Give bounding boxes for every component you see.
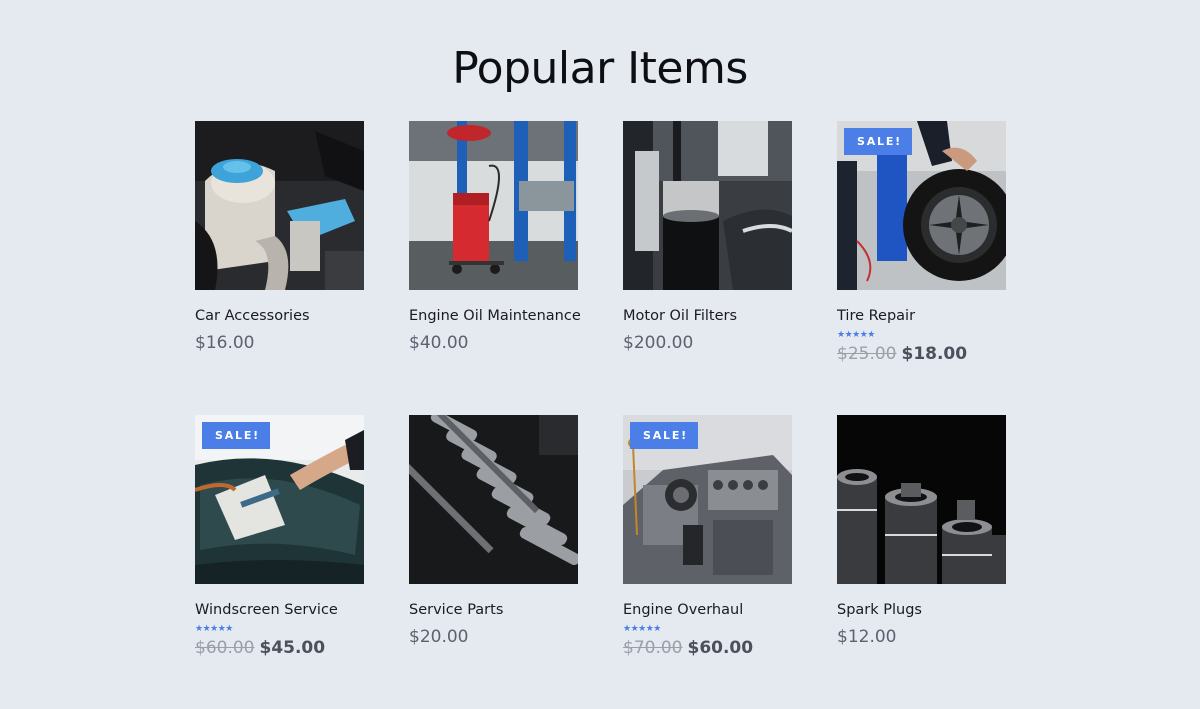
product-image[interactable]: SALE! — [195, 415, 364, 584]
product-price-line: $70.00 $60.00 — [623, 637, 792, 659]
sale-price: $18.00 — [901, 344, 968, 364]
sale-badge: SALE! — [844, 128, 912, 155]
product-image[interactable] — [623, 121, 792, 290]
star-rating: ★★★★★ — [195, 624, 233, 634]
product-image[interactable]: SALE! — [837, 121, 1006, 290]
product-price-line: $40.00 — [409, 332, 578, 354]
product-name[interactable]: Service Parts — [409, 600, 578, 620]
section-title: Popular Items — [452, 43, 748, 95]
product-card[interactable]: SALE! Tire Repair ★★★★★ $25.00 $18.00 — [837, 121, 1006, 415]
product-image[interactable] — [195, 121, 364, 290]
spark-plug-sockets-photo — [837, 415, 1006, 584]
product-price: $16.00 — [195, 333, 255, 353]
product-price-line: $12.00 — [837, 626, 1006, 648]
product-image[interactable]: SALE! — [623, 415, 792, 584]
product-card[interactable]: Spark Plugs $12.00 — [837, 415, 1006, 709]
original-price: $60.00 — [195, 638, 255, 658]
product-price-line: $16.00 — [195, 332, 364, 354]
product-grid: Car Accessories $16.00 Engine Oil Mainte… — [195, 121, 1006, 709]
product-name[interactable]: Engine Overhaul — [623, 600, 792, 620]
product-price: $40.00 — [409, 333, 469, 353]
original-price: $25.00 — [837, 344, 897, 364]
sale-price: $60.00 — [687, 638, 754, 658]
product-name[interactable]: Engine Oil Maintenance — [409, 306, 581, 326]
product-name[interactable]: Windscreen Service — [195, 600, 364, 620]
product-image[interactable] — [409, 415, 578, 584]
product-name[interactable]: Spark Plugs — [837, 600, 1006, 620]
product-name[interactable]: Tire Repair — [837, 306, 1006, 326]
product-price: $12.00 — [837, 627, 897, 647]
sale-badge: SALE! — [202, 422, 270, 449]
product-name[interactable]: Car Accessories — [195, 306, 364, 326]
product-price-line: $60.00 $45.00 — [195, 637, 364, 659]
product-price-line: $200.00 — [623, 332, 792, 354]
product-card[interactable]: SALE! Windscreen Service ★★★★★ $60.00 $45… — [195, 415, 364, 709]
oil-filter-photo — [623, 121, 792, 290]
product-price: $200.00 — [623, 333, 694, 353]
sale-badge: SALE! — [630, 422, 698, 449]
product-price: $20.00 — [409, 627, 469, 647]
product-card[interactable]: Car Accessories $16.00 — [195, 121, 364, 415]
sale-price: $45.00 — [259, 638, 326, 658]
oil-drainer-photo — [409, 121, 578, 290]
product-card[interactable]: Service Parts $20.00 — [409, 415, 578, 709]
product-image[interactable] — [409, 121, 578, 290]
socket-set-photo — [409, 415, 578, 584]
original-price: $70.00 — [623, 638, 683, 658]
product-card[interactable]: Motor Oil Filters $200.00 — [623, 121, 792, 415]
star-rating: ★★★★★ — [837, 330, 875, 340]
star-rating: ★★★★★ — [623, 624, 661, 634]
product-image[interactable] — [837, 415, 1006, 584]
product-card[interactable]: SALE! Engine Overhaul ★★★★★ $70.00 $60.00 — [623, 415, 792, 709]
product-card[interactable]: Engine Oil Maintenance $40.00 — [409, 121, 581, 415]
product-name[interactable]: Motor Oil Filters — [623, 306, 792, 326]
product-price-line: $20.00 — [409, 626, 578, 648]
engine-bay-photo — [195, 121, 364, 290]
product-price-line: $25.00 $18.00 — [837, 343, 1006, 365]
